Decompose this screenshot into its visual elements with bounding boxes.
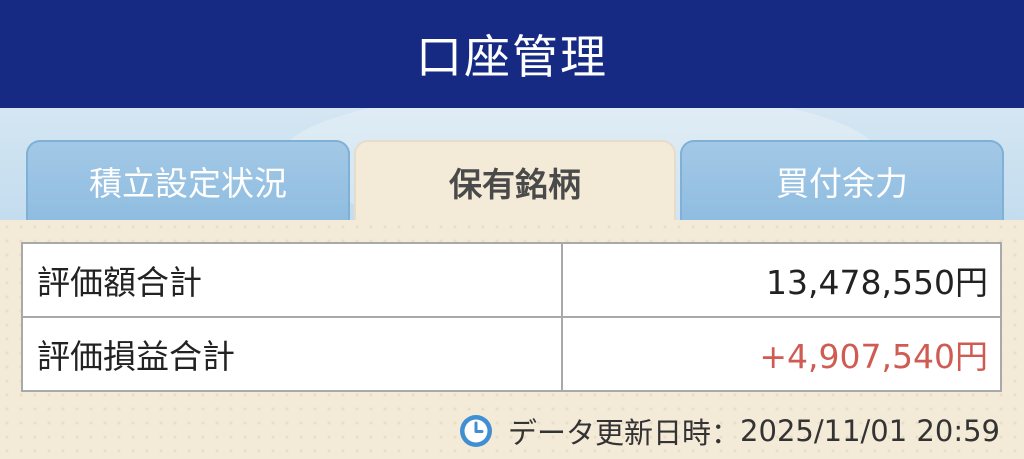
tab-label: 買付余力 xyxy=(776,164,908,203)
table-row: 評価損益合計 +4,907,540円 xyxy=(21,316,1002,392)
page-title: 口座管理 xyxy=(416,30,608,84)
tab-buying-power[interactable]: 買付余力 xyxy=(680,140,1004,220)
tab-accumulation-settings[interactable]: 積立設定状況 xyxy=(26,140,350,220)
table-row: 評価額合計 13,478,550円 xyxy=(21,242,1002,318)
tab-bar: 積立設定状況 保有銘柄 買付余力 xyxy=(0,108,1024,220)
tab-label: 積立設定状況 xyxy=(89,164,287,203)
update-label: データ更新日時： xyxy=(508,416,741,450)
unrealized-pl-total-label: 評価損益合計 xyxy=(21,316,563,392)
data-update-timestamp: データ更新日時： 2025/11/01 20:59 xyxy=(458,410,1000,452)
app-header: 口座管理 xyxy=(0,0,1024,108)
holdings-content: 評価額合計 13,478,550円 評価損益合計 +4,907,540円 データ… xyxy=(0,220,1024,459)
unrealized-pl-total-value: +4,907,540円 xyxy=(561,316,1002,392)
update-datetime: 2025/11/01 20:59 xyxy=(740,414,1000,448)
tab-label: 保有銘柄 xyxy=(449,165,581,204)
valuation-summary-table: 評価額合計 13,478,550円 評価損益合計 +4,907,540円 xyxy=(21,242,1002,392)
valuation-total-label: 評価額合計 xyxy=(21,242,563,318)
clock-icon xyxy=(460,415,493,447)
valuation-total-value: 13,478,550円 xyxy=(561,242,1002,318)
tab-holdings[interactable]: 保有銘柄 xyxy=(354,140,676,220)
